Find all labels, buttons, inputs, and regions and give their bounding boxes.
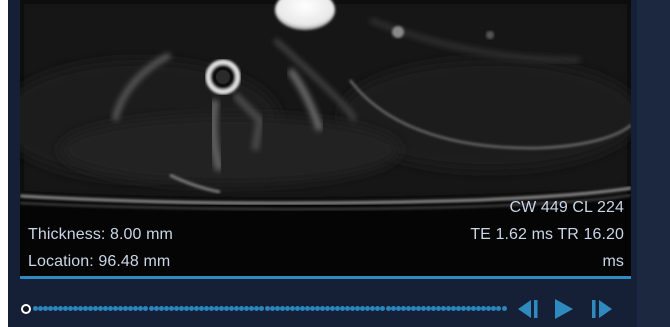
frame-dot[interactable] [47,306,53,311]
frame-dot[interactable] [148,306,154,311]
viewport-divider [20,276,631,279]
frame-dot[interactable] [173,306,179,311]
frame-dot[interactable] [264,306,270,311]
frame-dot[interactable] [284,306,290,311]
step-forward-button[interactable] [589,298,615,320]
step-backward-button[interactable] [515,298,541,320]
frame-dot[interactable] [158,306,164,311]
playback-controls [20,292,631,326]
frame-dot[interactable] [380,306,386,311]
frame-dot[interactable] [501,306,507,311]
frame-dot[interactable] [143,306,149,311]
frame-dot[interactable] [163,306,169,311]
frame-dot[interactable] [168,306,174,311]
play-icon [555,299,573,319]
frame-dot[interactable] [153,306,159,311]
frame-dot[interactable] [274,306,280,311]
left-margin [0,0,8,327]
step-forward-icon [592,300,612,318]
frame-dot[interactable] [42,306,48,311]
timing-label: TE 1.62 ms TR 16.20 [470,226,624,243]
frame-dot[interactable] [37,306,43,311]
frame-dot[interactable] [390,306,396,311]
frame-dot[interactable] [385,306,391,311]
frame-timeline[interactable] [20,301,508,317]
step-backward-icon [518,300,538,318]
timeline-thumb[interactable] [21,304,31,314]
frame-dot[interactable] [496,306,502,311]
frame-dot[interactable] [259,306,265,311]
frame-dot[interactable] [269,306,275,311]
frame-dot[interactable] [400,306,406,311]
right-panel [637,0,670,327]
window-level-label: CW 449 CL 224 [509,199,624,216]
frame-dot[interactable] [52,306,58,311]
frame-dot[interactable] [289,306,295,311]
frame-dot[interactable] [279,306,285,311]
frame-dot[interactable] [410,306,416,311]
slice-location-label: Location: 96.48 mm [28,253,171,270]
mri-viewport[interactable]: Thickness: 8.00 mm Location: 96.48 mm CW… [20,0,631,278]
frame-dot[interactable] [395,306,401,311]
play-button[interactable] [551,298,577,320]
frame-dot[interactable] [405,306,411,311]
frame-dot[interactable] [32,306,38,311]
timing-unit-label: ms [602,253,624,270]
slice-thickness-label: Thickness: 8.00 mm [28,226,173,243]
